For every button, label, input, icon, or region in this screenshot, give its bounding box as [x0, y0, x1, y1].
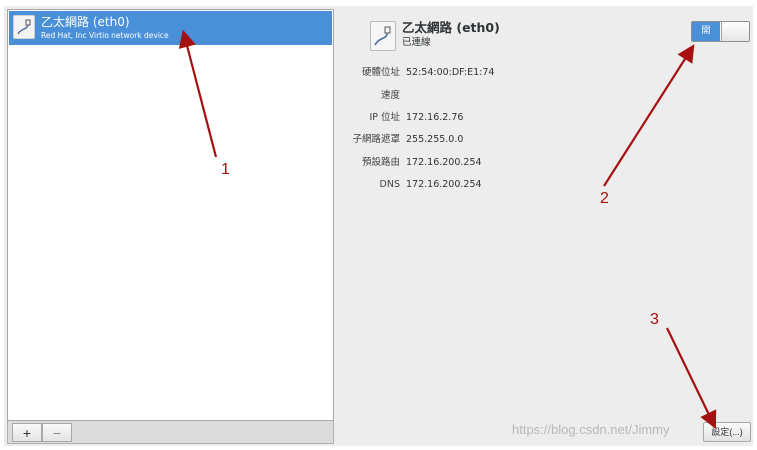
info-row-ip-address: IP 位址 172.16.2.76 — [334, 111, 634, 125]
info-label: 硬體位址 — [361, 67, 400, 78]
device-name: 乙太網路 (eth0) — [41, 15, 130, 29]
info-value: 52:54:00:DF:E1:74 — [406, 67, 495, 78]
settings-button[interactable]: 設定(...) — [703, 422, 751, 442]
info-row-subnet-mask: 子網路遮罩 255.255.0.0 — [334, 133, 634, 147]
add-device-button[interactable]: + — [12, 423, 42, 442]
details-title: 乙太網路 (eth0) — [402, 20, 500, 35]
connection-status: 已連線 — [402, 37, 431, 48]
info-label: DNS — [379, 179, 400, 190]
info-row-dns: DNS 172.16.200.254 — [334, 178, 634, 192]
info-label: 速度 — [380, 90, 400, 101]
annotation-label-1: 1 — [221, 161, 230, 178]
info-row-hardware-address: 硬體位址 52:54:00:DF:E1:74 — [334, 66, 634, 80]
info-row-speed: 速度 — [334, 89, 634, 103]
network-window: 乙太網路 (eth0) Red Hat, Inc Virtio network … — [4, 6, 753, 446]
ethernet-icon — [13, 15, 35, 39]
device-description: Red Hat, Inc Virtio network device — [41, 31, 169, 40]
remove-device-button[interactable]: − — [42, 423, 72, 442]
switch-on-label: 開 — [692, 22, 720, 41]
info-label: IP 位址 — [369, 112, 400, 123]
info-label: 子網路遮罩 — [352, 134, 400, 145]
watermark: https://blog.csdn.net/Jimmy — [512, 422, 670, 437]
device-details: 乙太網路 (eth0) 已連線 硬體位址 52:54:00:DF:E1:74 速… — [334, 6, 753, 446]
switch-knob[interactable] — [721, 22, 749, 41]
device-list: 乙太網路 (eth0) Red Hat, Inc Virtio network … — [7, 9, 334, 421]
annotation-label-3: 3 — [650, 311, 659, 328]
info-value: 172.16.200.254 — [406, 179, 482, 190]
info-label: 預設路由 — [361, 157, 400, 168]
info-value: 172.16.2.76 — [406, 112, 464, 123]
info-value: 255.255.0.0 — [406, 134, 464, 145]
ethernet-icon — [370, 21, 396, 51]
device-list-toolbar: + − — [7, 421, 334, 444]
connection-toggle-switch[interactable]: 開 — [691, 21, 750, 42]
info-value: 172.16.200.254 — [406, 157, 482, 168]
info-row-default-route: 預設路由 172.16.200.254 — [334, 156, 634, 170]
device-list-item-eth0[interactable]: 乙太網路 (eth0) Red Hat, Inc Virtio network … — [9, 11, 332, 45]
annotation-label-2: 2 — [600, 190, 609, 207]
